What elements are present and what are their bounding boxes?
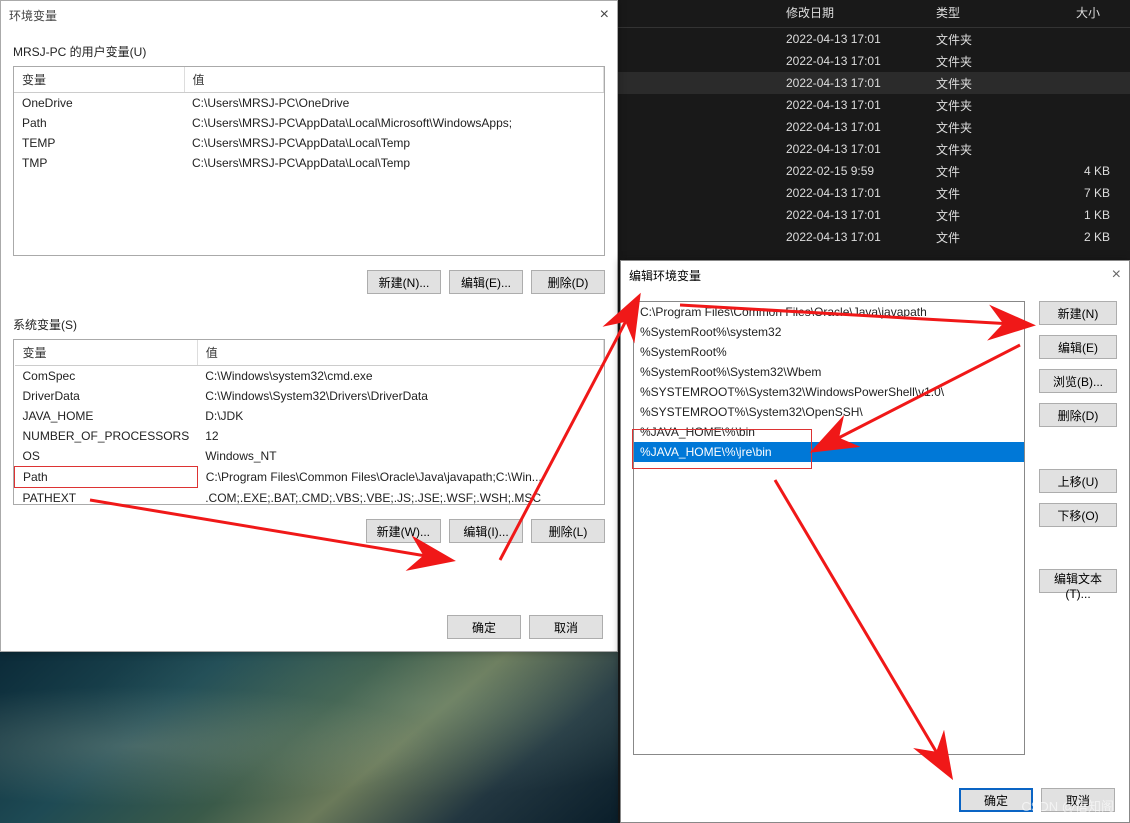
user-col-val[interactable]: 值	[184, 67, 604, 93]
edit-env-variable-dialog: 编辑环境变量 × C:\Program Files\Common Files\O…	[620, 260, 1130, 823]
table-row[interactable]: JAVA_HOMED:\JDK	[15, 406, 604, 426]
dialog-titlebar[interactable]: 环境变量 ×	[1, 1, 617, 29]
user-delete-button[interactable]: 删除(D)	[531, 270, 605, 294]
dialog-title: 环境变量	[9, 7, 57, 24]
explorer-columns: 修改日期 类型 大小	[618, 0, 1130, 28]
list-item[interactable]: 2022-02-15 9:59文件4 KB	[618, 160, 1130, 182]
path-entry[interactable]: %JAVA_HOME\%\jre\bin	[634, 442, 1024, 462]
table-row[interactable]: TMPC:\Users\MRSJ-PC\AppData\Local\Temp	[14, 153, 604, 173]
list-item[interactable]: 2022-04-13 17:01文件夹	[618, 72, 1130, 94]
watermark: CSDN @信知阁	[1021, 796, 1114, 815]
table-row[interactable]: OneDriveC:\Users\MRSJ-PC\OneDrive	[14, 93, 604, 114]
close-icon[interactable]: ×	[1112, 266, 1121, 284]
user-col-var[interactable]: 变量	[14, 67, 184, 93]
user-vars-label: MRSJ-PC 的用户变量(U)	[13, 43, 605, 60]
path-move-up-button[interactable]: 上移(U)	[1039, 469, 1117, 493]
table-row[interactable]: OSWindows_NT	[15, 446, 604, 467]
edit-dialog-title: 编辑环境变量	[629, 267, 701, 284]
col-type[interactable]: 类型	[928, 4, 1048, 21]
sys-vars-label: 系统变量(S)	[13, 316, 605, 333]
path-edit-button[interactable]: 编辑(E)	[1039, 335, 1117, 359]
list-item[interactable]: 2022-04-13 17:01文件夹	[618, 138, 1130, 160]
list-item[interactable]: 2022-04-13 17:01文件夹	[618, 94, 1130, 116]
list-item[interactable]: 2022-04-13 17:01文件1 KB	[618, 204, 1130, 226]
path-entry[interactable]: %SystemRoot%\System32\Wbem	[634, 362, 1024, 382]
path-edit-text-button[interactable]: 编辑文本(T)...	[1039, 569, 1117, 593]
list-item[interactable]: 2022-04-13 17:01文件夹	[618, 116, 1130, 138]
path-browse-button[interactable]: 浏览(B)...	[1039, 369, 1117, 393]
sys-col-val[interactable]: 值	[197, 340, 603, 366]
user-new-button[interactable]: 新建(N)...	[367, 270, 441, 294]
sys-new-button[interactable]: 新建(W)...	[366, 519, 441, 543]
edit-dialog-titlebar[interactable]: 编辑环境变量 ×	[621, 261, 1129, 289]
path-move-down-button[interactable]: 下移(O)	[1039, 503, 1117, 527]
table-row[interactable]: PathC:\Users\MRSJ-PC\AppData\Local\Micro…	[14, 113, 604, 133]
table-row[interactable]: PATHEXT.COM;.EXE;.BAT;.CMD;.VBS;.VBE;.JS…	[15, 488, 604, 506]
path-entry[interactable]: C:\Program Files\Common Files\Oracle\Jav…	[634, 302, 1024, 322]
table-row[interactable]: PathC:\Program Files\Common Files\Oracle…	[15, 467, 604, 488]
desktop-wallpaper	[0, 652, 618, 823]
path-entry[interactable]: %SYSTEMROOT%\System32\WindowsPowerShell\…	[634, 382, 1024, 402]
path-entry[interactable]: %JAVA_HOME\%\bin	[634, 422, 1024, 442]
environment-variables-dialog: 环境变量 × MRSJ-PC 的用户变量(U) 变量 值 OneDriveC:\…	[0, 0, 618, 652]
table-row[interactable]: TEMPC:\Users\MRSJ-PC\AppData\Local\Temp	[14, 133, 604, 153]
env-cancel-button[interactable]: 取消	[529, 615, 603, 639]
col-size[interactable]: 大小	[1048, 4, 1108, 21]
list-item[interactable]: 2022-04-13 17:01文件夹	[618, 50, 1130, 72]
env-ok-button[interactable]: 确定	[447, 615, 521, 639]
user-edit-button[interactable]: 编辑(E)...	[449, 270, 523, 294]
path-new-button[interactable]: 新建(N)	[1039, 301, 1117, 325]
system-vars-table[interactable]: 变量 值 ComSpecC:\Windows\system32\cmd.exeD…	[13, 339, 605, 505]
list-item[interactable]: 2022-04-13 17:01文件7 KB	[618, 182, 1130, 204]
sys-col-var[interactable]: 变量	[15, 340, 198, 366]
path-delete-button[interactable]: 删除(D)	[1039, 403, 1117, 427]
file-explorer-panel: 修改日期 类型 大小 2022-04-13 17:01文件夹2022-04-13…	[618, 0, 1130, 256]
table-row[interactable]: ComSpecC:\Windows\system32\cmd.exe	[15, 366, 604, 387]
list-item[interactable]: 2022-04-13 17:01文件夹	[618, 28, 1130, 50]
path-entry[interactable]: %SystemRoot%	[634, 342, 1024, 362]
table-row[interactable]: DriverDataC:\Windows\System32\Drivers\Dr…	[15, 386, 604, 406]
table-row[interactable]: NUMBER_OF_PROCESSORS12	[15, 426, 604, 446]
path-entries-list[interactable]: C:\Program Files\Common Files\Oracle\Jav…	[633, 301, 1025, 755]
sys-edit-button[interactable]: 编辑(I)...	[449, 519, 523, 543]
close-icon[interactable]: ×	[600, 6, 609, 24]
list-item[interactable]: 2022-04-13 17:01文件2 KB	[618, 226, 1130, 248]
path-entry[interactable]: %SystemRoot%\system32	[634, 322, 1024, 342]
col-date[interactable]: 修改日期	[778, 4, 928, 21]
path-entry[interactable]: %SYSTEMROOT%\System32\OpenSSH\	[634, 402, 1024, 422]
user-vars-table[interactable]: 变量 值 OneDriveC:\Users\MRSJ-PC\OneDrivePa…	[13, 66, 605, 256]
sys-delete-button[interactable]: 删除(L)	[531, 519, 605, 543]
